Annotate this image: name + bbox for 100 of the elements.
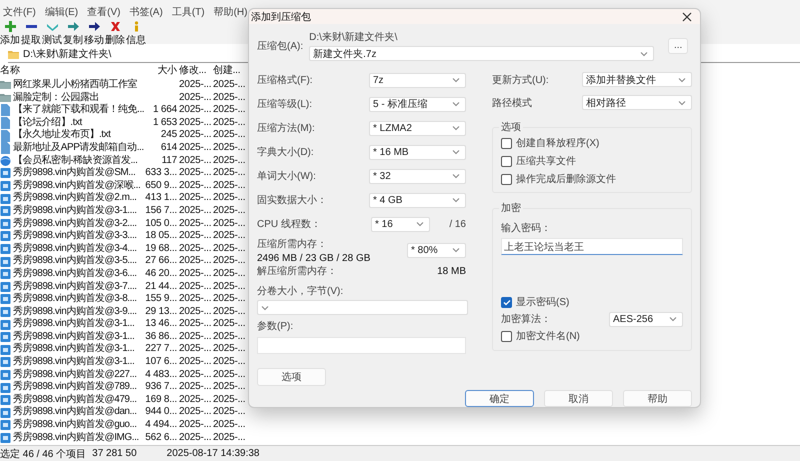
- toolbar-button[interactable]: 删除: [105, 20, 125, 44]
- checkbox[interactable]: [501, 174, 512, 184]
- toolbar-button[interactable]: 测试: [42, 20, 62, 44]
- dialog-button[interactable]: 取消: [544, 390, 613, 407]
- field-label: 压缩所需内存：: [257, 238, 328, 250]
- browse-button[interactable]: ...: [668, 38, 688, 54]
- folder-icon: [0, 79, 11, 92]
- file-name[interactable]: 秀房9898.vin内购首发@789...: [13, 381, 137, 394]
- chevron-down-icon: [452, 197, 460, 203]
- toolbar-button[interactable]: 添加: [0, 20, 20, 44]
- folder-icon: [8, 49, 20, 59]
- dropdown[interactable]: 相对路径: [582, 95, 692, 110]
- column-header[interactable]: 创建...: [213, 64, 247, 78]
- column-header[interactable]: 名称: [0, 64, 145, 78]
- video-file-icon: [0, 419, 11, 432]
- field-label: 更新方式(U):: [492, 74, 549, 86]
- dialog-button[interactable]: 确定: [465, 390, 534, 407]
- folder-path: D:\来财\新建文件夹\: [309, 30, 398, 44]
- menu-item[interactable]: 书签(A): [129, 5, 163, 19]
- dialog-button[interactable]: 帮助: [623, 390, 692, 407]
- file-name[interactable]: 【来了就能下载和观看！纯免...: [13, 104, 144, 117]
- video-file-icon: [0, 394, 11, 406]
- file-name[interactable]: 秀房9898.vin内购首发@3-2....: [13, 218, 137, 230]
- dropdown[interactable]: * 80%: [407, 242, 466, 258]
- checkbox[interactable]: [501, 138, 512, 148]
- file-name[interactable]: 秀房9898.vin内购首发@3-9....: [13, 306, 137, 318]
- globe-icon: [0, 154, 11, 167]
- file-name[interactable]: 【会员私密制-稀缺资源首发...: [13, 154, 138, 168]
- file-name[interactable]: 秀房9898.vin内购首发@3-4....: [13, 242, 137, 256]
- table-cell: 245: [160, 129, 177, 140]
- dropdown[interactable]: 7z: [369, 72, 466, 88]
- file-name[interactable]: 秀房9898.vin内购首发@3-1...: [13, 343, 134, 356]
- menu-item[interactable]: 查看(V): [87, 5, 120, 19]
- menu-item[interactable]: 编辑(E): [44, 5, 78, 19]
- dropdown[interactable]: 新建文件夹.7z: [309, 46, 654, 61]
- chevron-down-icon: [452, 149, 460, 155]
- options-button[interactable]: 选项: [257, 368, 326, 386]
- file-name[interactable]: 【永久地址发布页】.txt: [13, 129, 110, 142]
- file-name[interactable]: 秀房9898.vin内购首发@3-7....: [13, 280, 137, 294]
- video-file-icon: [0, 230, 11, 242]
- dropdown[interactable]: * 32: [369, 168, 466, 184]
- video-file-icon: [0, 318, 11, 331]
- toolbar-button[interactable]: 移动: [84, 20, 104, 44]
- table-cell: 2025-...: [179, 129, 212, 140]
- column-header[interactable]: 修改...: [179, 64, 213, 78]
- field-label: 加密算法：: [501, 312, 551, 326]
- checkbox[interactable]: [501, 296, 512, 308]
- table-cell: 1 664: [152, 104, 177, 116]
- file-name[interactable]: 【论坛介绍】.txt: [13, 116, 82, 130]
- toolbar-button[interactable]: 复制: [63, 20, 83, 44]
- dropdown[interactable]: * 16: [371, 216, 430, 232]
- toolbar-button[interactable]: 提取: [21, 20, 41, 44]
- video-file-icon: [0, 205, 11, 218]
- file-name[interactable]: 秀房9898.vin内购首发@3-5....: [13, 255, 137, 268]
- table-cell: 2025-...: [179, 280, 212, 292]
- file-name[interactable]: 秀房9898.vin内购首发@3-1...: [13, 356, 134, 369]
- file-name[interactable]: 秀房9898.vin内购首发@深喉...: [13, 180, 140, 192]
- checkbox[interactable]: [501, 330, 512, 342]
- input-field[interactable]: [257, 337, 466, 354]
- arrow-right-icon: [68, 21, 78, 32]
- table-cell: 117: [162, 154, 177, 166]
- menu-item[interactable]: 帮助(H): [214, 5, 248, 19]
- dropdown[interactable]: 添加并替换文件: [582, 72, 692, 87]
- file-name[interactable]: 秀房9898.vin内购首发@guo...: [13, 419, 137, 432]
- file-name[interactable]: 秀房9898.vin内购首发@SM...: [13, 167, 136, 180]
- menu-item[interactable]: 文件(F): [3, 5, 36, 19]
- table-cell: 614: [160, 142, 177, 153]
- table-cell: 2025-...: [179, 167, 212, 178]
- video-file-icon: [0, 293, 11, 306]
- file-name[interactable]: 秀房9898.vin内购首发@3-1....: [13, 204, 137, 218]
- file-name[interactable]: 秀房9898.vin内购首发@3-8....: [13, 293, 137, 306]
- file-name[interactable]: 网红浆果儿小粉猪西萌工作室: [13, 79, 138, 92]
- menu-item[interactable]: 工具(T): [172, 5, 205, 19]
- file-name[interactable]: 漏脸定制：公园露出: [13, 92, 99, 104]
- dropdown[interactable]: AES-256: [609, 312, 683, 326]
- table-cell: 2025-...: [213, 242, 246, 254]
- folder-icon: [0, 92, 11, 104]
- table-cell: 2025-...: [213, 167, 246, 178]
- table-cell: 2025-...: [213, 230, 246, 242]
- close-icon[interactable]: [682, 12, 692, 22]
- column-header[interactable]: 大小: [145, 64, 177, 78]
- table-cell: 36 86...: [145, 330, 177, 342]
- file-name[interactable]: 最新地址及APP请发邮箱自动...: [13, 142, 144, 155]
- file-name[interactable]: 秀房9898.vin内购首发@3-1...: [13, 318, 134, 331]
- toolbar-button[interactable]: 信息: [126, 20, 146, 44]
- checkbox[interactable]: [501, 156, 512, 166]
- file-name[interactable]: 秀房9898.vin内购首发@479...: [13, 394, 137, 406]
- file-name[interactable]: 秀房9898.vin内购首发@3-6....: [13, 268, 137, 280]
- file-name[interactable]: 秀房9898.vin内购首发@3-1...: [13, 330, 134, 344]
- dropdown[interactable]: * 16 MB: [369, 144, 466, 160]
- dropdown[interactable]: * 4 GB: [369, 192, 466, 208]
- file-name[interactable]: 秀房9898.vin内购首发@227...: [13, 368, 137, 382]
- table-cell: 2025-...: [213, 330, 246, 342]
- file-name[interactable]: 秀房9898.vin内购首发@dan...: [13, 406, 137, 420]
- file-name[interactable]: 秀房9898.vin内购首发@2.m...: [13, 192, 137, 205]
- dropdown[interactable]: * LZMA2: [369, 120, 466, 136]
- password-field[interactable]: 上老王论坛当老王: [501, 238, 683, 255]
- dropdown[interactable]: 5 - 标准压缩: [369, 96, 466, 112]
- file-name[interactable]: 秀房9898.vin内购首发@IMG...: [13, 432, 139, 444]
- file-name[interactable]: 秀房9898.vin内购首发@3-3....: [13, 230, 137, 243]
